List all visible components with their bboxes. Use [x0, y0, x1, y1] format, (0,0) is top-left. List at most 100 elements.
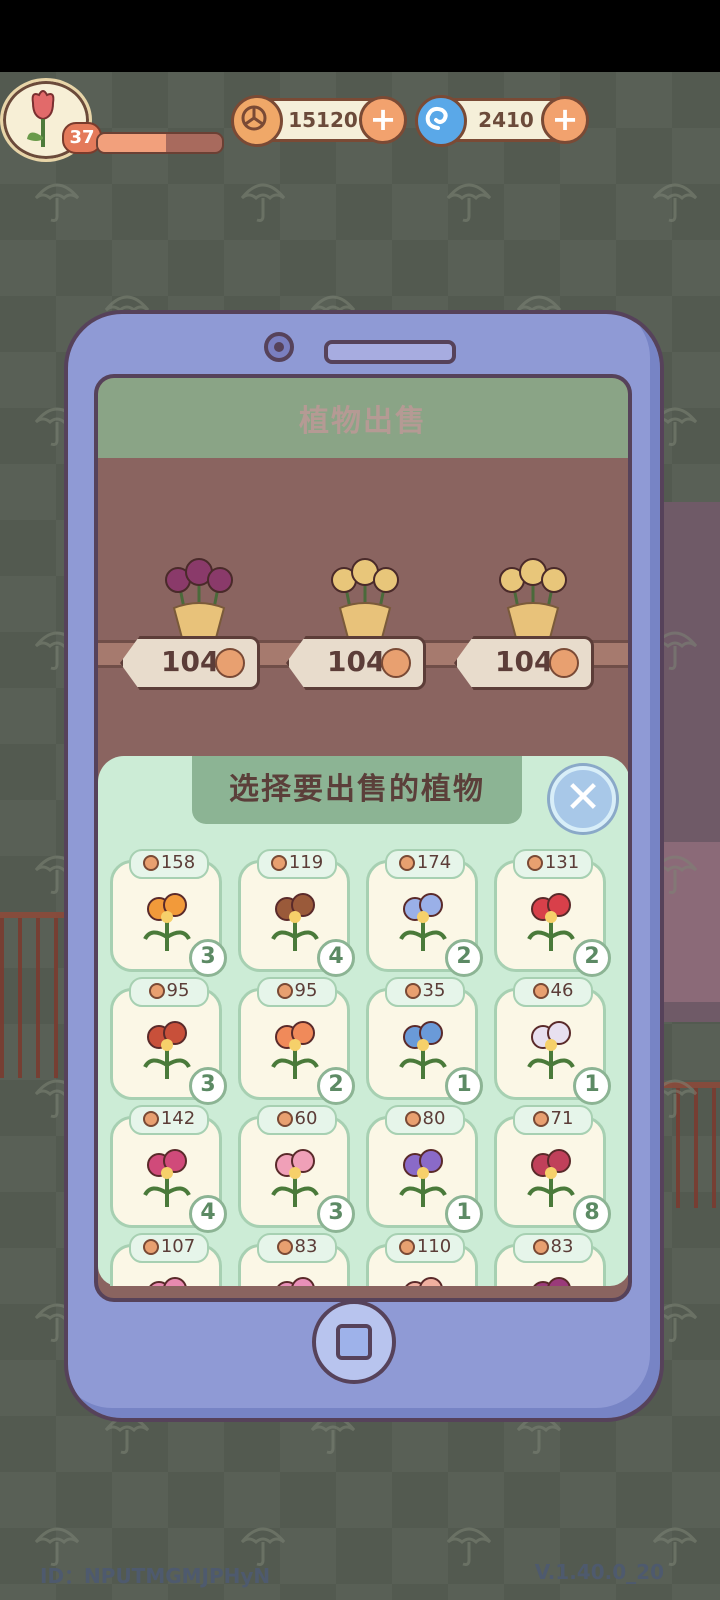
coin-counter: 15120 + — [231, 95, 407, 147]
plant-price: 107 — [129, 1233, 209, 1263]
plant-price-value: 174 — [416, 852, 452, 873]
umbrella-icon — [446, 1527, 492, 1566]
plant-price: 158 — [129, 849, 209, 879]
plant-price-value: 107 — [160, 1236, 196, 1257]
add-gems-button[interactable]: + — [541, 96, 589, 144]
plant-card[interactable]: 110 — [366, 1233, 478, 1286]
plant-price: 83 — [257, 1233, 337, 1263]
plant-price-value: 60 — [294, 1108, 318, 1129]
plant-card[interactable]: 60 3 — [238, 1105, 355, 1233]
plant-count: 3 — [189, 939, 227, 977]
plant-price-value: 46 — [550, 980, 574, 1001]
coin-icon — [148, 983, 165, 999]
screen-title: 植物出售 — [299, 404, 427, 439]
potted-flower[interactable] — [144, 548, 254, 644]
add-coins-button[interactable]: + — [359, 96, 407, 144]
phone-screen: 植物出售 104 104 104 选择要出售的植物 ✕ 158 3 119 4 174 2 13… — [94, 374, 632, 1302]
umbrella-icon — [240, 183, 286, 222]
plant-card[interactable]: 131 2 — [494, 849, 611, 977]
phone-speaker — [324, 340, 456, 364]
umbrella-icon — [652, 183, 698, 222]
status-bar — [0, 0, 720, 72]
plant-price: 71 — [513, 1105, 593, 1135]
flower-icon — [277, 1277, 315, 1286]
plant-price-value: 35 — [422, 980, 446, 1001]
plant-price-value: 83 — [550, 1236, 574, 1257]
flower-icon — [149, 1277, 187, 1286]
plant-card[interactable]: 158 3 — [110, 849, 227, 977]
plant-price-value: 131 — [544, 852, 580, 873]
flower-icon — [533, 1277, 571, 1286]
plant-price: 60 — [257, 1105, 337, 1135]
coin-icon — [270, 855, 287, 871]
coin-icon — [215, 648, 245, 678]
gem-counter: 2410 + — [415, 95, 589, 147]
coin-icon — [142, 855, 159, 871]
sale-price: 104 — [161, 645, 220, 678]
coin-icon — [549, 648, 579, 678]
phone-frame: 植物出售 104 104 104 选择要出售的植物 ✕ 158 3 119 4 174 2 13… — [64, 310, 664, 1422]
plant-count: 3 — [317, 1195, 355, 1233]
screen-header: 植物出售 — [98, 378, 628, 458]
plant-card[interactable]: 83 — [494, 1233, 606, 1286]
plant-card[interactable]: 83 — [238, 1233, 350, 1286]
plant-price-value: 80 — [422, 1108, 446, 1129]
coin-icon — [381, 648, 411, 678]
plant-card[interactable]: 174 2 — [366, 849, 483, 977]
potted-flower[interactable] — [310, 548, 420, 644]
home-button[interactable] — [312, 1300, 396, 1384]
plant-card[interactable]: 46 1 — [494, 977, 611, 1105]
coin-icon — [276, 1239, 293, 1255]
select-plant-panel: 选择要出售的植物 ✕ 158 3 119 4 174 2 131 2 95 3 95 2 35 1 46 1 1… — [98, 756, 628, 1286]
sale-price: 104 — [495, 645, 554, 678]
plant-price-value: 83 — [294, 1236, 318, 1257]
close-button[interactable]: ✕ — [550, 766, 616, 832]
plant-price: 95 — [257, 977, 337, 1007]
umbrella-icon — [34, 183, 80, 222]
coin-icon — [398, 855, 415, 871]
plant-price: 83 — [513, 1233, 593, 1263]
plant-count: 1 — [445, 1195, 483, 1233]
xp-bar — [96, 132, 224, 154]
plant-count: 2 — [317, 1067, 355, 1105]
plant-price: 119 — [257, 849, 337, 879]
coin-icon — [142, 1239, 159, 1255]
version-label: V.1.40.0_20 — [534, 1560, 664, 1584]
plant-price-value: 95 — [294, 980, 318, 1001]
coin-amount: 15120 — [288, 108, 358, 132]
plant-price: 46 — [513, 977, 593, 1007]
plant-card[interactable]: 35 1 — [366, 977, 483, 1105]
plant-card[interactable]: 95 3 — [110, 977, 227, 1105]
plant-price-value: 95 — [166, 980, 190, 1001]
plant-count: 4 — [189, 1195, 227, 1233]
xp-fill — [98, 134, 167, 152]
camera-icon — [264, 332, 294, 362]
price-tag: 104 — [120, 636, 260, 690]
plant-card[interactable]: 107 — [110, 1233, 222, 1286]
plant-count: 1 — [573, 1067, 611, 1105]
plant-price: 142 — [129, 1105, 209, 1135]
fence-left — [0, 912, 70, 1078]
plant-card[interactable]: 142 4 — [110, 1105, 227, 1233]
umbrella-icon — [446, 183, 492, 222]
coin-icon — [276, 983, 293, 999]
plant-price: 110 — [385, 1233, 465, 1263]
coin-icon — [231, 95, 283, 147]
coin-icon — [404, 983, 421, 999]
gem-amount: 2410 — [478, 108, 534, 132]
sale-price: 104 — [327, 645, 386, 678]
coin-icon — [404, 1111, 421, 1127]
coin-icon — [532, 1111, 549, 1127]
plant-card[interactable]: 119 4 — [238, 849, 355, 977]
plant-count: 3 — [189, 1067, 227, 1105]
plant-card[interactable]: 95 2 — [238, 977, 355, 1105]
plant-card[interactable]: 71 8 — [494, 1105, 611, 1233]
coin-icon — [398, 1239, 415, 1255]
plant-price-value: 71 — [550, 1108, 574, 1129]
plant-count: 2 — [445, 939, 483, 977]
plant-price-value: 142 — [160, 1108, 196, 1129]
potted-flower[interactable] — [478, 548, 588, 644]
plant-card[interactable]: 80 1 — [366, 1105, 483, 1233]
plant-price: 80 — [385, 1105, 465, 1135]
coin-icon — [142, 1111, 159, 1127]
